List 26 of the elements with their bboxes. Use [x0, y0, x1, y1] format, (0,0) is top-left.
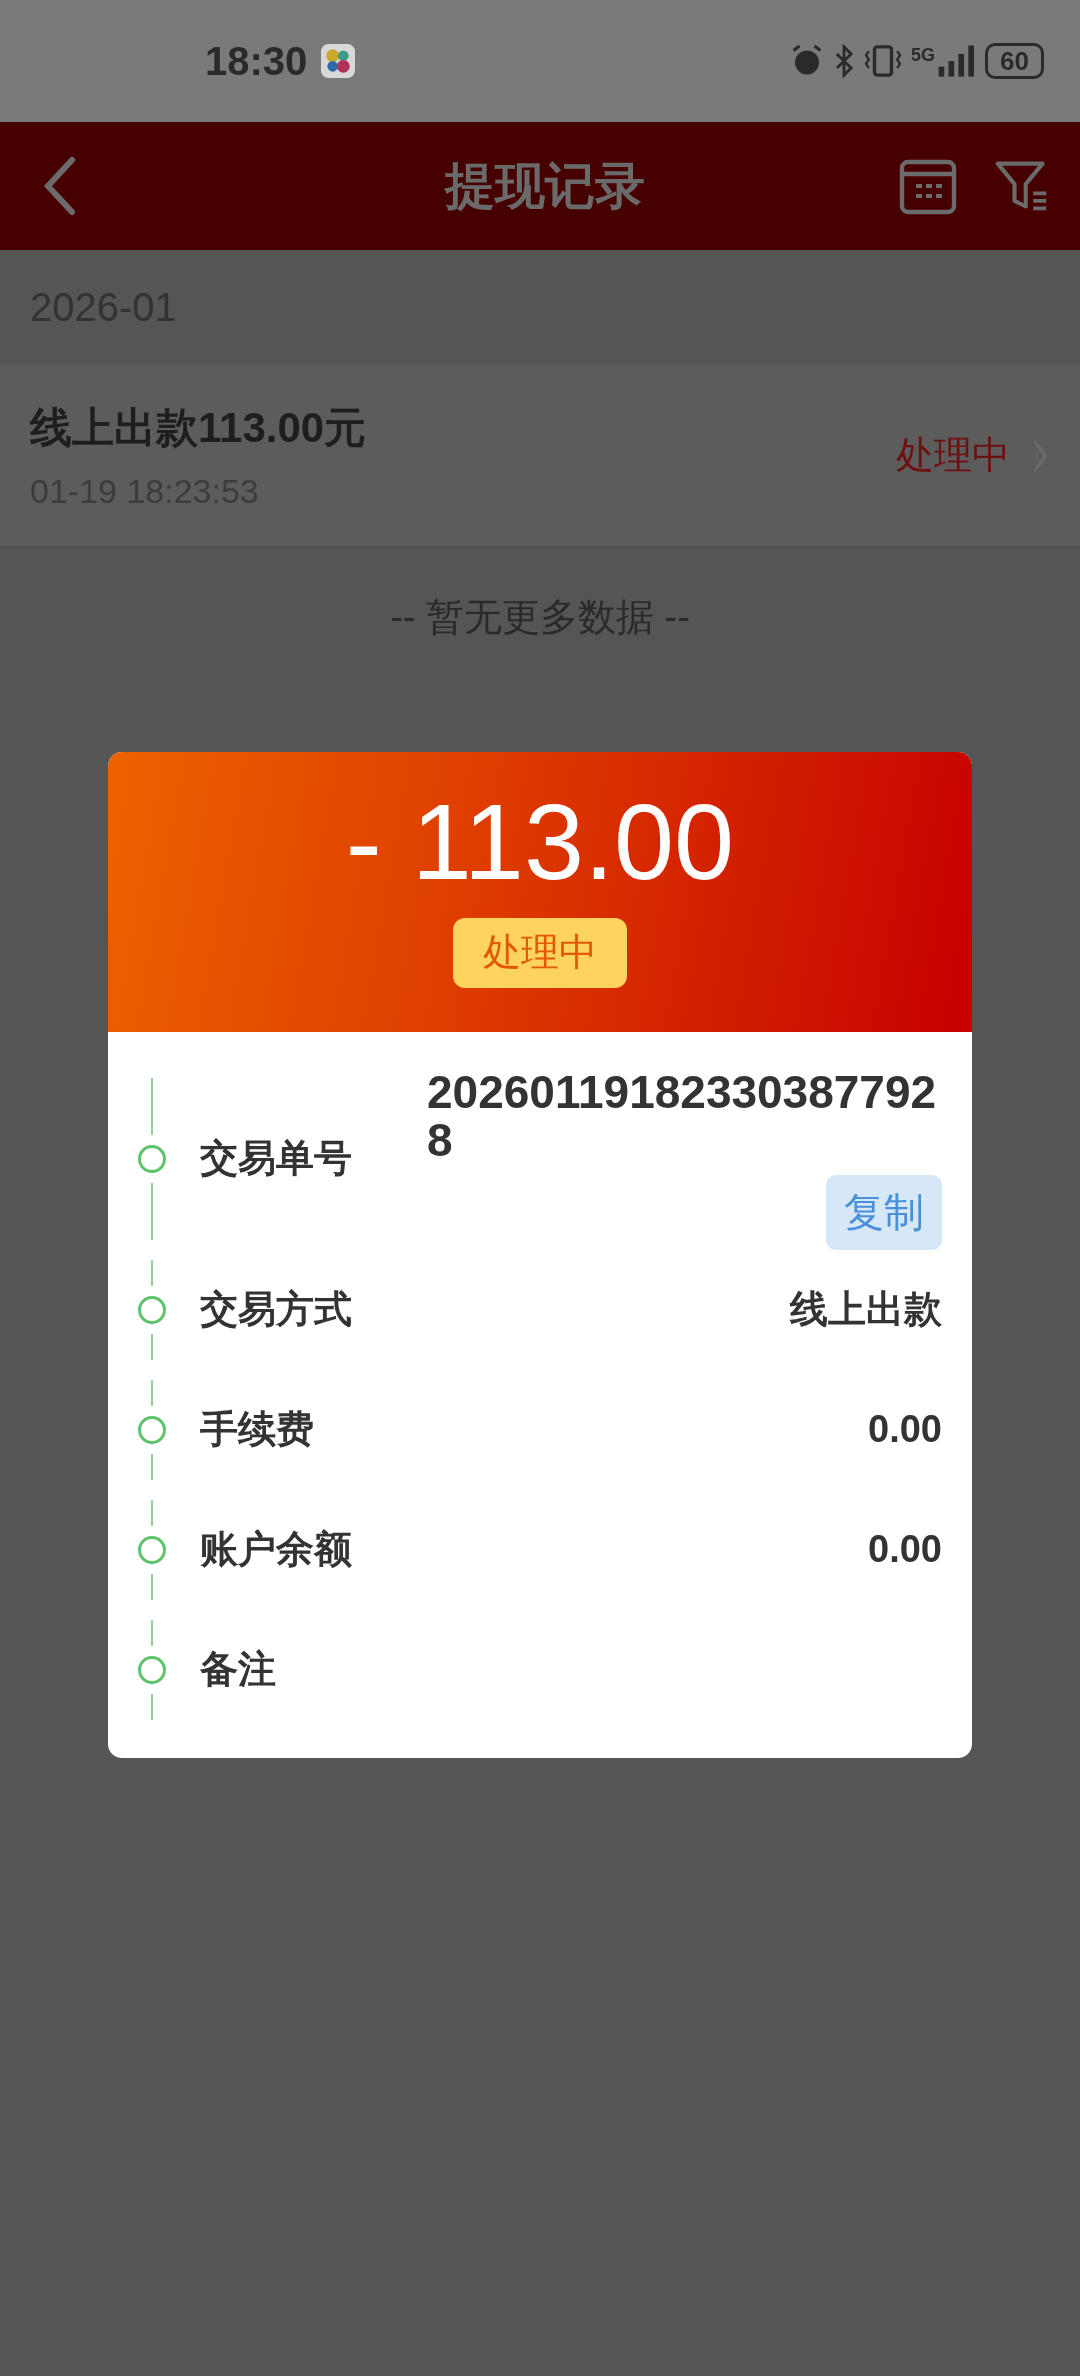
timeline-dot: [138, 1295, 166, 1324]
copy-button[interactable]: 复制: [826, 1174, 942, 1250]
timeline-dot: [138, 1535, 166, 1564]
vibrate-icon: [863, 44, 904, 78]
field-label: 交易单号: [200, 1136, 353, 1182]
field-value: 0.00: [867, 1528, 942, 1572]
field-value: 0.00: [867, 1408, 942, 1452]
battery-indicator: 60: [985, 43, 1044, 79]
network-label: 5G: [911, 45, 936, 66]
timeline-dot: [138, 1144, 166, 1173]
record-title: 线上出款113.00元: [30, 403, 367, 453]
page-title: 提现记录: [445, 156, 645, 216]
timeline-dot: [138, 1415, 166, 1444]
field-label: 手续费: [200, 1407, 315, 1453]
bluetooth-icon: [833, 44, 856, 78]
timeline-dot: [138, 1655, 166, 1684]
record-status: 处理中: [896, 433, 1010, 478]
amount: - 113.00: [345, 788, 735, 896]
field-value: 线上出款: [788, 1287, 942, 1333]
status-badge: 处理中: [453, 918, 627, 988]
field-label: 交易方式: [200, 1287, 353, 1333]
field-value: 202601191823303877928: [427, 1068, 938, 1165]
clock: 18:30: [205, 38, 308, 84]
field-label: 账户余额: [200, 1527, 353, 1573]
app-icon: [321, 44, 356, 78]
field-label: 备注: [200, 1647, 277, 1693]
